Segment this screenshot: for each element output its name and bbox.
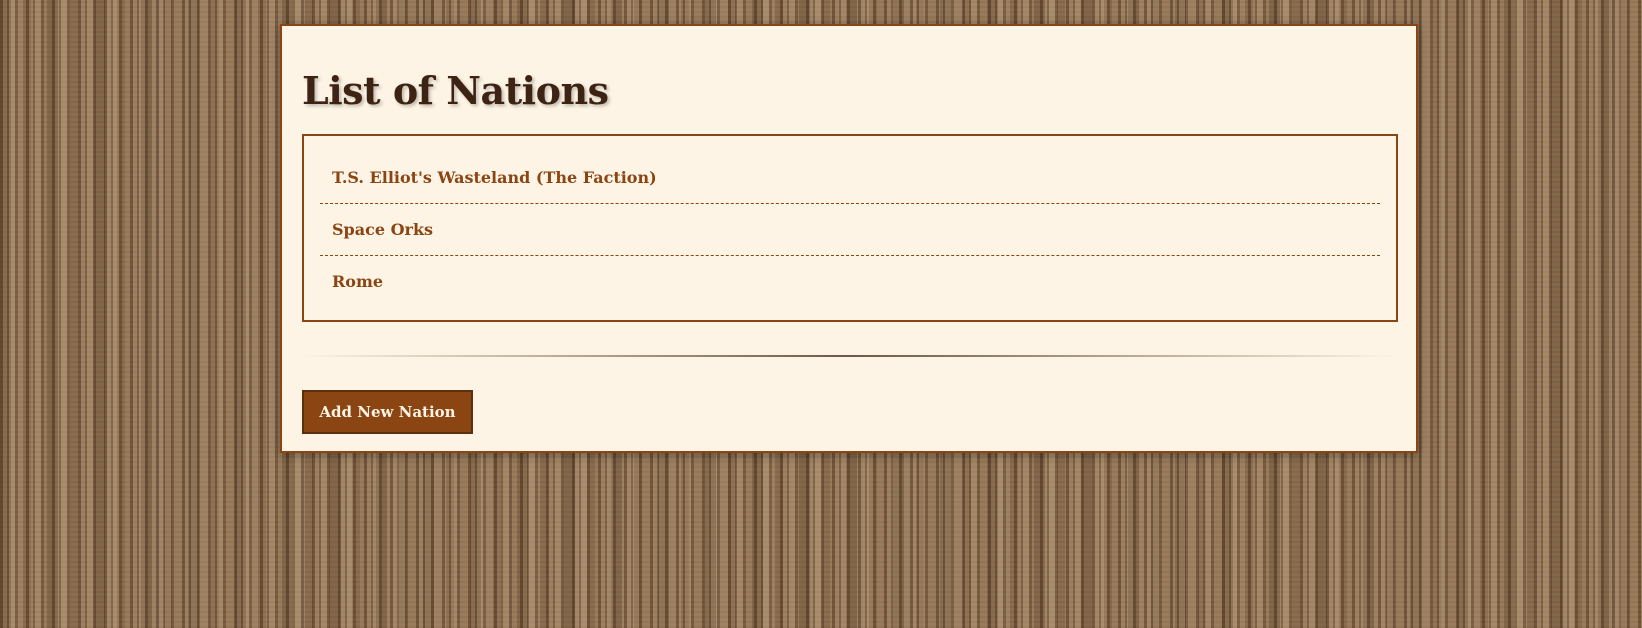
add-new-nation-button[interactable]: Add New Nation (302, 390, 473, 434)
section-divider (302, 355, 1398, 357)
nation-list-item[interactable]: Space Orks (320, 204, 1380, 256)
nation-list-item[interactable]: Rome (320, 256, 1380, 308)
nation-list: T.S. Elliot's Wasteland (The Faction) Sp… (302, 134, 1398, 322)
nation-list-item[interactable]: T.S. Elliot's Wasteland (The Faction) (320, 152, 1380, 204)
nations-panel: List of Nations T.S. Elliot's Wasteland … (280, 24, 1418, 453)
page-title: List of Nations (302, 68, 609, 113)
